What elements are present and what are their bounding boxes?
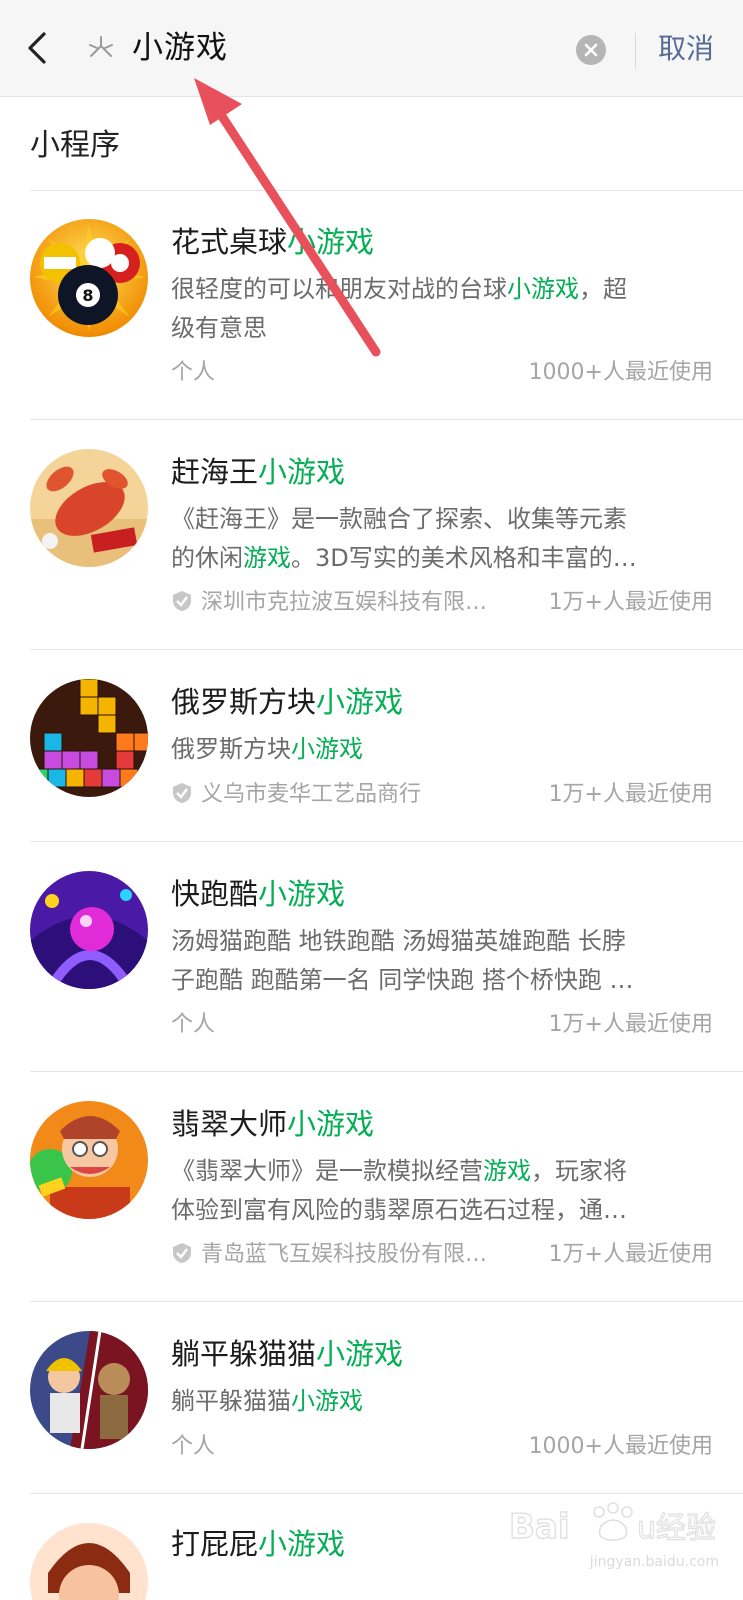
clear-circle-icon <box>584 43 598 57</box>
verified-shield-icon <box>173 591 191 611</box>
result-title: 快跑酷小游戏 <box>171 877 346 911</box>
result-description: 俄罗斯方块小游戏 <box>171 735 363 763</box>
chevron-left-icon <box>28 32 46 64</box>
header-divider <box>635 33 636 69</box>
verified-shield-icon <box>173 783 191 803</box>
section-title-mini-programs: 小程序 <box>30 128 120 163</box>
result-item-kuaipaoku[interactable]: 快跑酷小游戏 汤姆猫跑酷 地铁跑酷 汤姆猫英雄跑酷 长脖 子跑酷 跑酷第一名 同… <box>0 842 743 1072</box>
svg-text:Bai: Bai <box>509 1507 570 1547</box>
owner-label: 义乌市麦华工艺品商行 <box>171 778 421 812</box>
result-description: 很轻度的可以和朋友对战的台球小游戏，超 级有意思 <box>171 275 627 342</box>
search-input[interactable]: 小游戏 <box>132 26 228 70</box>
usage-count: 1万+人最近使用 <box>548 782 713 807</box>
watermark-domain: jingyan.baidu.com <box>589 1554 719 1570</box>
dapipi-game-avatar <box>30 1523 148 1600</box>
verified-shield-icon <box>173 1243 191 1263</box>
kuaipaoku-game-avatar <box>30 871 148 989</box>
billiards-game-avatar: 8 <box>30 219 148 337</box>
baidu-watermark: Bai u经验 jingyan.baidu.com <box>508 1500 719 1570</box>
result-title: 打屁屁小游戏 <box>171 1527 346 1561</box>
result-item-ganhaiwang[interactable]: 赶海王小游戏 《赶海王》是一款融合了探索、收集等元素 的休闲游戏。3D写实的美术… <box>0 420 743 650</box>
cancel-button[interactable]: 取消 <box>658 28 714 70</box>
usage-count: 1000+人最近使用 <box>528 1434 713 1459</box>
feicui-game-avatar <box>30 1101 148 1219</box>
usage-count: 1万+人最近使用 <box>548 1242 713 1267</box>
owner-label: 青岛蓝飞互娱科技股份有限… <box>171 1238 487 1272</box>
usage-count: 1万+人最近使用 <box>548 1012 713 1037</box>
back-button[interactable] <box>18 22 58 74</box>
result-title: 翡翠大师小游戏 <box>171 1107 375 1141</box>
result-description: 《翡翠大师》是一款模拟经营游戏，玩家将 体验到富有风险的翡翠原石选石过程，通… <box>171 1157 627 1224</box>
usage-count: 1000+人最近使用 <box>528 360 713 385</box>
result-title: 赶海王小游戏 <box>171 455 346 489</box>
result-item-feicui[interactable]: 翡翠大师小游戏 《翡翠大师》是一款模拟经营游戏，玩家将 体验到富有风险的翡翠原石… <box>0 1072 743 1302</box>
usage-count: 1万+人最近使用 <box>548 590 713 615</box>
result-title: 花式桌球小游戏 <box>171 225 375 259</box>
tetris-game-avatar <box>30 679 148 797</box>
search-header: 小游戏 取消 <box>0 0 743 97</box>
result-title: 俄罗斯方块小游戏 <box>171 685 404 719</box>
result-item-billiards[interactable]: 8 花式桌球小游戏 很轻度的可以和朋友对战的台球小游戏，超 级有意思 个人 10… <box>0 190 743 420</box>
star-outline-icon <box>89 36 113 57</box>
result-title: 躺平躲猫猫小游戏 <box>171 1337 404 1371</box>
result-description: 汤姆猫跑酷 地铁跑酷 汤姆猫英雄跑酷 长脖 子跑酷 跑酷第一名 同学快跑 搭个桥… <box>171 927 634 994</box>
baidu-paw-logo: Bai u经验 <box>508 1502 717 1548</box>
result-item-tangping[interactable]: 躺平躲猫猫小游戏 躺平躲猫猫小游戏 个人 1000+人最近使用 <box>0 1302 743 1494</box>
svg-text:u经验: u经验 <box>637 1511 716 1546</box>
owner-label: 个人 <box>171 360 216 385</box>
ganhaiwang-game-avatar <box>30 449 148 567</box>
owner-label: 个人 <box>171 1434 216 1459</box>
result-description: 《赶海王》是一款融合了探索、收集等元素 的休闲游戏。3D写实的美术风格和丰富的… <box>171 505 637 572</box>
clear-search-button[interactable] <box>576 35 606 65</box>
owner-label: 深圳市克拉波互娱科技有限… <box>171 586 487 620</box>
owner-label: 个人 <box>171 1012 216 1037</box>
svg-text:8: 8 <box>82 286 93 305</box>
result-item-tetris[interactable]: 俄罗斯方块小游戏 俄罗斯方块小游戏 义乌市麦华工艺品商行 1万+人最近使用 <box>0 650 743 842</box>
tangping-game-avatar <box>30 1331 148 1449</box>
result-description: 躺平躲猫猫小游戏 <box>171 1387 363 1415</box>
